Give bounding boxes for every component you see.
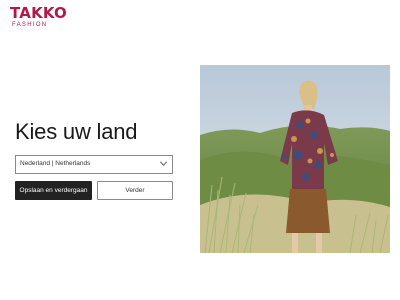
- logo-tagline: FASHION: [12, 22, 48, 28]
- takko-logo[interactable]: TAKKO FASHION: [10, 6, 70, 30]
- chevron-down-icon: [160, 161, 167, 166]
- country-select-value: Nederland | Netherlands: [20, 160, 91, 167]
- model-in-dunes-photo: [200, 65, 390, 253]
- continue-button[interactable]: Verder: [97, 181, 173, 200]
- save-and-continue-button[interactable]: Opslaan en verdergaan: [15, 181, 92, 200]
- page-title: Kies uw land: [15, 119, 138, 144]
- country-select[interactable]: Nederland | Netherlands: [15, 155, 173, 174]
- logo-wordmark: TAKKO: [10, 4, 68, 22]
- hero-image: [200, 65, 390, 253]
